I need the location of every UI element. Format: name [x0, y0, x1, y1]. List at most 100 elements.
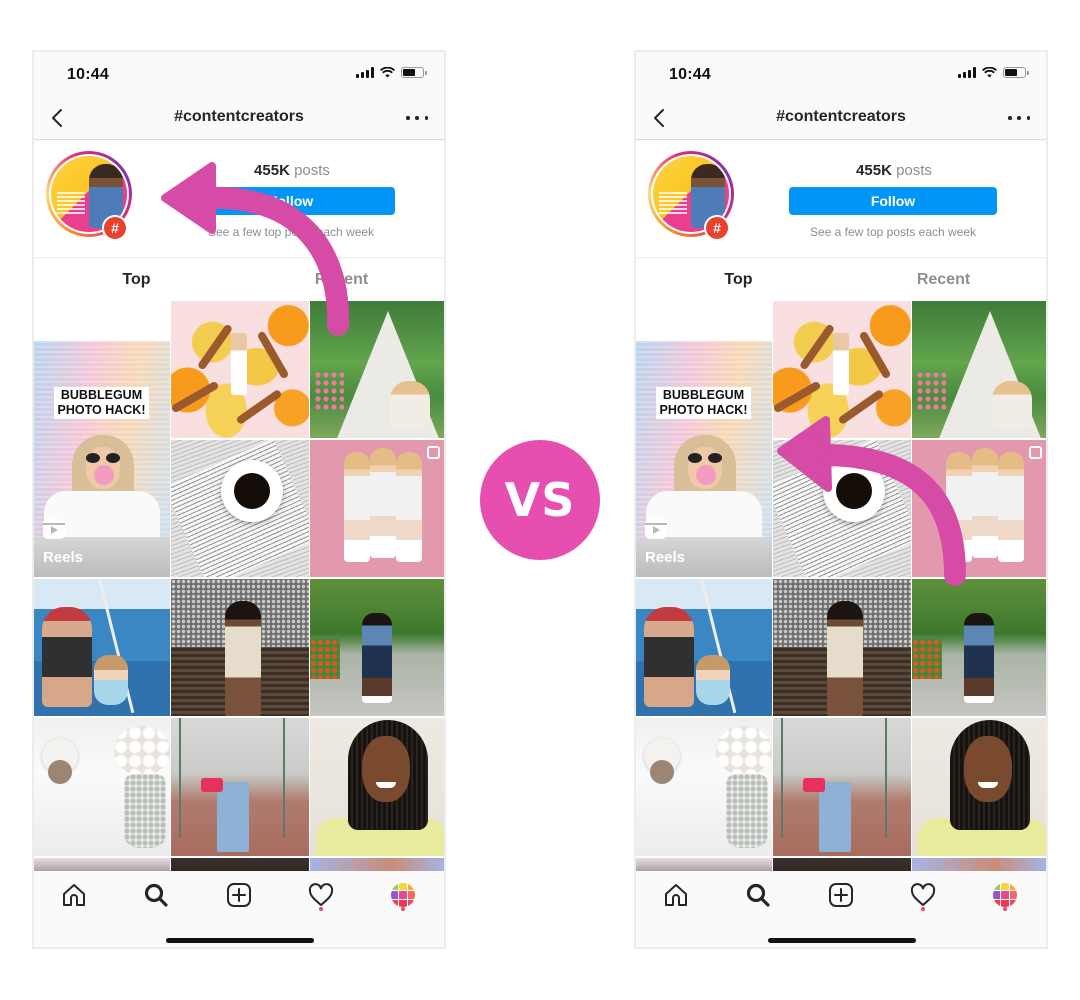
- grid-post[interactable]: [912, 440, 1046, 577]
- feed-tabs: Top Recent: [636, 259, 1046, 301]
- post-count-value: 455K: [254, 162, 290, 179]
- status-bar: 10:44: [636, 52, 1046, 96]
- ellipsis-icon: [406, 116, 410, 120]
- nav-home[interactable]: [662, 881, 690, 909]
- follow-subtext: See a few top posts each week: [809, 225, 977, 239]
- reels-icon: [645, 519, 667, 539]
- status-icons: [356, 67, 427, 78]
- tab-recent[interactable]: Recent: [239, 259, 444, 301]
- grid-post[interactable]: [912, 718, 1046, 856]
- search-icon: [144, 883, 168, 907]
- cellular-signal-icon: [356, 67, 374, 78]
- grid-post[interactable]: [171, 440, 309, 577]
- new-post-icon: [829, 883, 853, 907]
- grid-post[interactable]: [171, 301, 309, 438]
- grid-post[interactable]: [912, 579, 1046, 716]
- grid-post[interactable]: [773, 301, 911, 438]
- more-options-button[interactable]: [1008, 108, 1030, 128]
- grid-post[interactable]: [310, 579, 444, 716]
- battery-icon: [401, 67, 427, 78]
- post-count-value: 455K: [856, 162, 892, 179]
- page-title: #contentcreators: [174, 108, 304, 125]
- status-icons: [958, 67, 1029, 78]
- follow-subtext: See a few top posts each week: [207, 225, 375, 239]
- grid-post[interactable]: [171, 858, 309, 871]
- reel-caption: BUBBLEGUM PHOTO HACK!: [54, 387, 149, 419]
- grid-post[interactable]: [773, 579, 911, 716]
- grid-post[interactable]: [912, 301, 1046, 438]
- activity-notification-dot: [319, 907, 323, 911]
- bottom-nav: [34, 871, 444, 947]
- nav-header: #contentcreators: [636, 96, 1046, 140]
- home-icon: [63, 884, 85, 906]
- feed-tabs: Top Recent: [34, 259, 444, 301]
- grid-post[interactable]: [636, 718, 772, 856]
- vs-badge: VS: [480, 440, 600, 560]
- tab-top[interactable]: Top: [34, 259, 239, 301]
- grid-post[interactable]: [636, 858, 772, 871]
- nav-home[interactable]: [60, 881, 88, 909]
- grid-post[interactable]: [636, 579, 772, 716]
- grid-post[interactable]: [171, 718, 309, 856]
- nav-new-post[interactable]: [225, 881, 253, 909]
- grid-post[interactable]: [310, 440, 444, 577]
- follow-button[interactable]: Follow: [187, 187, 395, 215]
- battery-icon: [1003, 67, 1029, 78]
- home-icon: [665, 884, 687, 906]
- grid-post[interactable]: [310, 301, 444, 438]
- hashtag-badge-icon: #: [102, 215, 128, 241]
- reels-label: Reels: [43, 549, 84, 566]
- hashtag-badge-icon: #: [704, 215, 730, 241]
- post-count-label: posts: [294, 162, 330, 179]
- heart-icon: [308, 883, 334, 906]
- nav-new-post[interactable]: [827, 881, 855, 909]
- nav-activity[interactable]: [307, 881, 335, 909]
- nav-search[interactable]: [744, 881, 772, 909]
- post-count-label: posts: [896, 162, 932, 179]
- profile-notification-dot: [401, 907, 405, 911]
- search-icon: [746, 883, 770, 907]
- grid-post[interactable]: [773, 440, 911, 577]
- grid-post[interactable]: [34, 579, 170, 716]
- grid-post[interactable]: [171, 579, 309, 716]
- more-options-button[interactable]: [406, 108, 428, 128]
- reels-icon: [43, 519, 65, 539]
- hashtag-header: # 455K posts Follow See a few top posts …: [34, 141, 444, 258]
- wifi-icon: [982, 67, 997, 78]
- profile-avatar: [993, 883, 1017, 907]
- post-grid: BUBBLEGUM PHOTO HACK! Reels: [636, 301, 1046, 871]
- grid-post[interactable]: [34, 858, 170, 871]
- vs-label: VS: [504, 473, 576, 527]
- carousel-icon: [1029, 446, 1042, 459]
- profile-avatar: [391, 883, 415, 907]
- activity-notification-dot: [921, 907, 925, 911]
- nav-profile[interactable]: [991, 881, 1019, 909]
- grid-post[interactable]: [773, 858, 911, 871]
- phone-screen-right: 10:44 #contentcreators # 455K posts Foll…: [634, 50, 1048, 949]
- wifi-icon: [380, 67, 395, 78]
- tab-top[interactable]: Top: [636, 259, 841, 301]
- bottom-nav: [636, 871, 1046, 947]
- grid-post[interactable]: [310, 858, 444, 871]
- reel-caption: BUBBLEGUM PHOTO HACK!: [656, 387, 751, 419]
- grid-post[interactable]: [34, 718, 170, 856]
- grid-post[interactable]: [912, 858, 1046, 871]
- grid-post[interactable]: [773, 718, 911, 856]
- phone-screen-left: 10:44 #contentcreators # 455K posts Foll…: [32, 50, 446, 949]
- reels-thumbnail[interactable]: BUBBLEGUM PHOTO HACK! Reels: [636, 341, 772, 577]
- nav-search[interactable]: [142, 881, 170, 909]
- follow-button[interactable]: Follow: [789, 187, 997, 215]
- profile-notification-dot: [1003, 907, 1007, 911]
- home-indicator: [768, 938, 916, 943]
- nav-profile[interactable]: [389, 881, 417, 909]
- carousel-icon: [427, 446, 440, 459]
- tab-recent[interactable]: Recent: [841, 259, 1046, 301]
- status-time: 10:44: [67, 66, 109, 83]
- status-bar: 10:44: [34, 52, 444, 96]
- nav-activity[interactable]: [909, 881, 937, 909]
- new-post-icon: [227, 883, 251, 907]
- reels-thumbnail[interactable]: BUBBLEGUM PHOTO HACK! Reels: [34, 341, 170, 577]
- grid-post[interactable]: [310, 718, 444, 856]
- cellular-signal-icon: [958, 67, 976, 78]
- page-title: #contentcreators: [776, 108, 906, 125]
